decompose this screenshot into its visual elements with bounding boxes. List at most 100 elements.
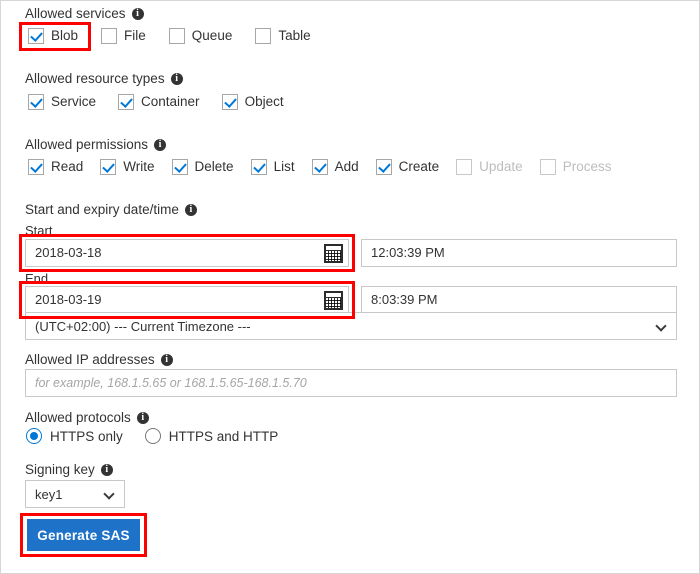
date-time-label-text: Start and expiry date/time bbox=[25, 202, 179, 217]
checkbox-service-box[interactable] bbox=[28, 94, 44, 110]
checkbox-object-label: Object bbox=[244, 94, 284, 109]
end-date-input[interactable]: 2018-03-19 bbox=[25, 286, 349, 314]
allowed-resource-types-label-text: Allowed resource types bbox=[25, 71, 165, 86]
checkbox-read-label: Read bbox=[51, 159, 84, 174]
checkbox-update: Update bbox=[456, 159, 523, 175]
allowed-services-label: Allowed services i bbox=[25, 6, 144, 22]
checkbox-object-box[interactable] bbox=[221, 94, 238, 110]
checkbox-service-label: Service bbox=[51, 94, 97, 109]
allowed-protocols-options: HTTPS only HTTPS and HTTP bbox=[26, 428, 278, 444]
allowed-permissions-label: Allowed permissions i bbox=[25, 137, 167, 153]
calendar-icon[interactable] bbox=[324, 291, 343, 310]
checkbox-delete[interactable]: Delete bbox=[171, 159, 234, 175]
signing-key-section-label: Signing key i bbox=[25, 462, 113, 478]
checkbox-process-box bbox=[539, 159, 556, 175]
checkbox-write-box[interactable] bbox=[100, 159, 117, 175]
info-icon[interactable]: i bbox=[160, 354, 173, 366]
radio-https-and-http-label: HTTPS and HTTP bbox=[168, 428, 279, 444]
checkbox-read-box[interactable] bbox=[28, 159, 44, 175]
signing-key-select[interactable]: key1 bbox=[25, 480, 125, 508]
signing-key-value: key1 bbox=[35, 486, 63, 502]
radio-https-only[interactable]: HTTPS only bbox=[26, 428, 123, 444]
start-time-value: 12:03:39 PM bbox=[371, 245, 445, 260]
radio-https-only-label: HTTPS only bbox=[50, 428, 123, 444]
chevron-down-icon[interactable] bbox=[657, 321, 667, 331]
radio-https-only-control[interactable] bbox=[26, 428, 42, 444]
checkbox-blob[interactable]: Blob bbox=[28, 28, 78, 44]
end-time-input[interactable]: 8:03:39 PM bbox=[361, 286, 677, 314]
allowed-resource-types-label: Allowed resource types i bbox=[25, 71, 183, 87]
checkbox-add-label: Add bbox=[334, 159, 359, 174]
start-date-input[interactable]: 2018-03-18 bbox=[25, 239, 349, 267]
checkbox-add-box[interactable] bbox=[311, 159, 328, 175]
checkbox-queue-label: Queue bbox=[191, 28, 233, 43]
info-icon[interactable]: i bbox=[170, 73, 183, 85]
start-date-value: 2018-03-18 bbox=[35, 245, 102, 260]
end-date-value: 2018-03-19 bbox=[35, 292, 102, 307]
allowed-ip-placeholder: for example, 168.1.5.65 or 168.1.5.65-16… bbox=[35, 376, 307, 390]
checkbox-container-label: Container bbox=[141, 94, 200, 109]
checkbox-write[interactable]: Write bbox=[100, 159, 155, 175]
checkbox-container-box[interactable] bbox=[118, 94, 135, 110]
info-icon[interactable]: i bbox=[100, 464, 113, 476]
checkbox-read[interactable]: Read bbox=[28, 159, 83, 175]
info-icon[interactable]: i bbox=[136, 412, 149, 424]
end-label: End bbox=[25, 271, 49, 286]
checkbox-list-label: List bbox=[273, 159, 295, 174]
checkbox-update-box bbox=[456, 159, 473, 175]
checkbox-add[interactable]: Add bbox=[311, 159, 359, 175]
info-icon[interactable]: i bbox=[154, 139, 167, 151]
allowed-protocols-label-text: Allowed protocols bbox=[25, 410, 131, 425]
checkbox-process-label: Process bbox=[562, 159, 612, 174]
checkbox-service[interactable]: Service bbox=[28, 94, 96, 110]
checkbox-delete-box[interactable] bbox=[171, 159, 188, 175]
checkbox-container[interactable]: Container bbox=[118, 94, 200, 110]
allowed-ip-label-text: Allowed IP addresses bbox=[25, 352, 155, 367]
allowed-ip-input[interactable]: for example, 168.1.5.65 or 168.1.5.65-16… bbox=[25, 369, 677, 397]
checkbox-file-label: File bbox=[124, 28, 146, 43]
radio-https-and-http[interactable]: HTTPS and HTTP bbox=[144, 428, 279, 444]
checkbox-delete-label: Delete bbox=[194, 159, 234, 174]
checkbox-list[interactable]: List bbox=[250, 159, 295, 175]
checkbox-blob-label: Blob bbox=[51, 28, 79, 43]
allowed-protocols-section-label: Allowed protocols i bbox=[25, 410, 149, 426]
checkbox-write-label: Write bbox=[123, 159, 155, 174]
signing-key-label-text: Signing key bbox=[25, 462, 95, 477]
allowed-permissions-section: Allowed permissions i bbox=[25, 137, 167, 153]
checkbox-queue-box[interactable] bbox=[168, 28, 185, 44]
info-icon[interactable]: i bbox=[131, 8, 144, 20]
end-time-value: 8:03:39 PM bbox=[371, 292, 438, 307]
generate-sas-button[interactable]: Generate SAS bbox=[27, 519, 140, 551]
start-time-input[interactable]: 12:03:39 PM bbox=[361, 239, 677, 267]
timezone-value: (UTC+02:00) --- Current Timezone --- bbox=[35, 318, 251, 334]
allowed-resource-types-options: Service Container Object bbox=[28, 94, 284, 110]
allowed-permissions-label-text: Allowed permissions bbox=[25, 137, 149, 152]
checkbox-create[interactable]: Create bbox=[375, 159, 440, 175]
checkbox-table[interactable]: Table bbox=[255, 28, 311, 44]
checkbox-queue[interactable]: Queue bbox=[168, 28, 233, 44]
sas-configuration-panel: Allowed services i Blob File Queue Table… bbox=[0, 0, 700, 574]
checkbox-update-label: Update bbox=[479, 159, 523, 174]
checkbox-process: Process bbox=[539, 159, 612, 175]
checkbox-file-box[interactable] bbox=[101, 28, 118, 44]
chevron-down-icon[interactable] bbox=[105, 489, 115, 499]
checkbox-create-box[interactable] bbox=[375, 159, 392, 175]
checkbox-table-label: Table bbox=[278, 28, 311, 43]
date-time-section-label: Start and expiry date/time i bbox=[25, 202, 197, 218]
info-icon[interactable]: i bbox=[184, 204, 197, 216]
radio-https-and-http-control[interactable] bbox=[144, 428, 161, 444]
allowed-permissions-options: Read Write Delete List Add Create Update bbox=[28, 159, 611, 175]
allowed-resource-types-section: Allowed resource types i bbox=[25, 71, 183, 87]
allowed-services-options: Blob File Queue Table bbox=[28, 28, 311, 44]
timezone-select[interactable]: (UTC+02:00) --- Current Timezone --- bbox=[25, 312, 677, 340]
allowed-services-label-text: Allowed services bbox=[25, 6, 126, 21]
calendar-icon[interactable] bbox=[324, 244, 343, 263]
checkbox-create-label: Create bbox=[398, 159, 440, 174]
checkbox-blob-box[interactable] bbox=[28, 28, 44, 44]
checkbox-object[interactable]: Object bbox=[221, 94, 284, 110]
checkbox-list-box[interactable] bbox=[250, 159, 267, 175]
checkbox-table-box[interactable] bbox=[255, 28, 272, 44]
allowed-services-section: Allowed services i bbox=[25, 6, 144, 22]
checkbox-file[interactable]: File bbox=[101, 28, 146, 44]
start-label: Start bbox=[25, 223, 53, 238]
